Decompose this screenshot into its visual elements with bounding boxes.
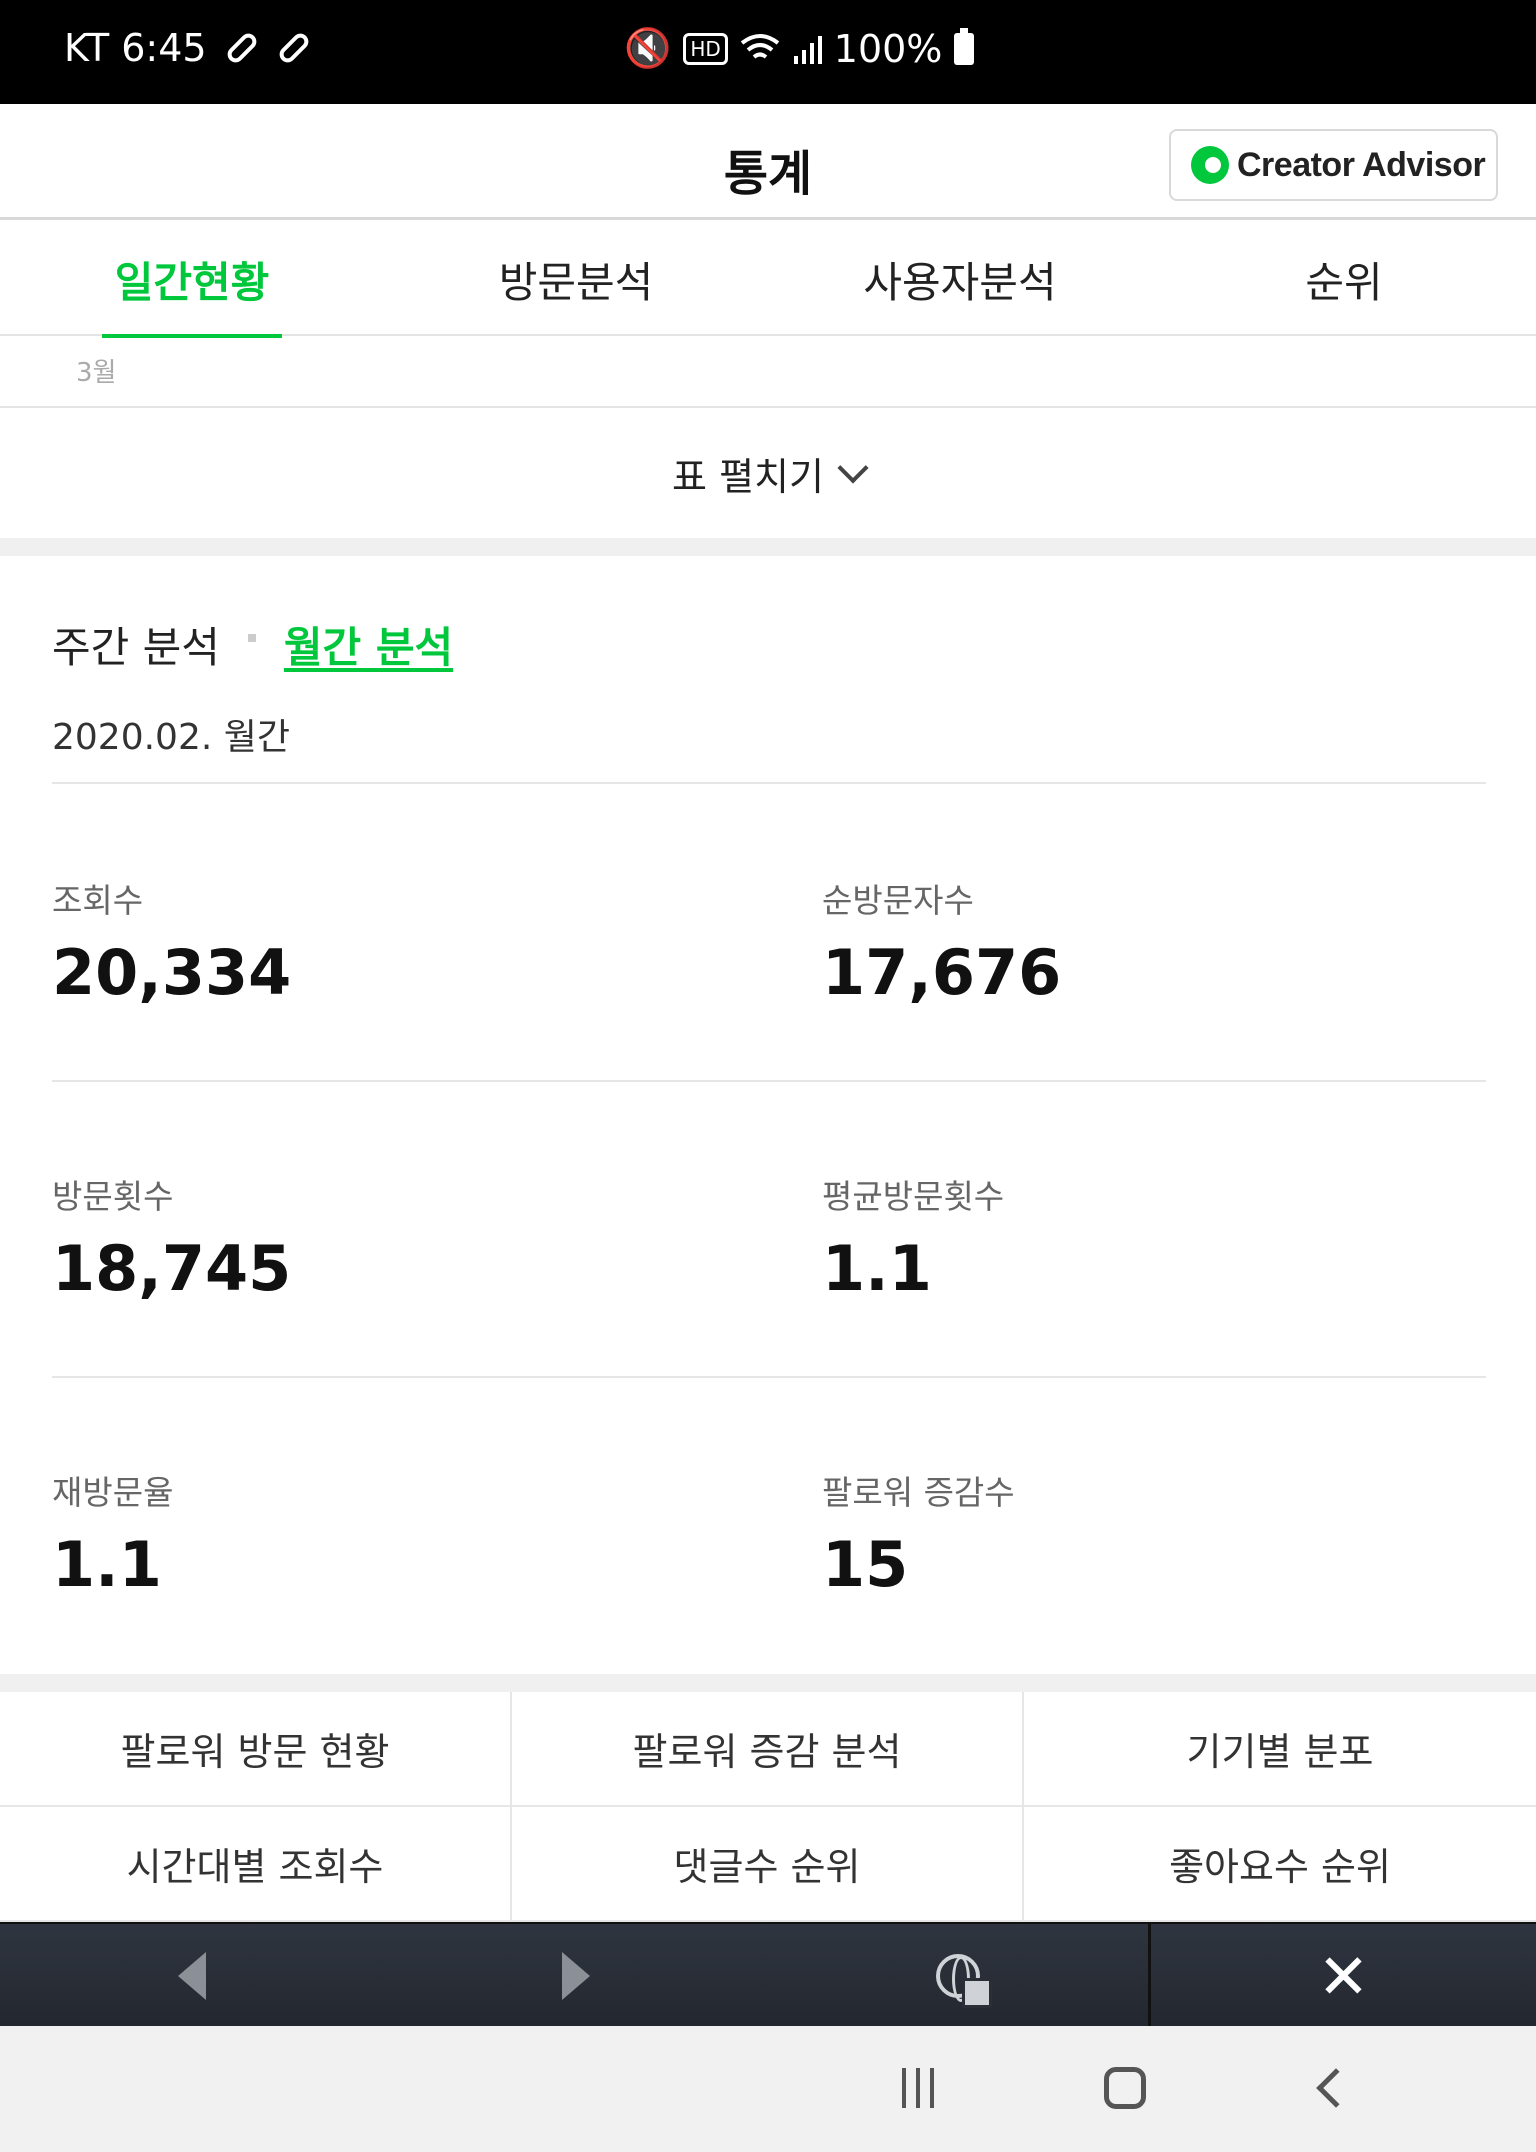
signal-icon [793,35,822,64]
stat-label: 순방문자수 [822,881,974,920]
stat-label: 평균방문횟수 [822,1177,1005,1216]
close-icon: ✕ [1317,1939,1370,2013]
expand-table-label: 표 펼치기 [672,454,824,499]
divider [52,782,1486,784]
menu-comment-ranking[interactable]: 댓글수 순위 [512,1807,1024,1922]
creator-advisor-label: Creator Advisor [1237,145,1486,184]
stat-follower-change: 팔로워 증감수 15 [822,1466,1015,1601]
back-arrow-icon [178,1952,206,2000]
stat-views: 조회수 20,334 [52,874,291,1009]
tab-ranking[interactable]: 순위 [1152,222,1536,336]
browser-back-button[interactable] [0,1924,384,2028]
hd-icon: HD [683,32,728,65]
divider [52,1376,1486,1378]
menu-device-distribution[interactable]: 기기별 분포 [1024,1692,1536,1807]
menu-like-ranking[interactable]: 좋아요수 순위 [1024,1807,1536,1922]
app-header: 통계 Creator Advisor [0,104,1536,220]
stat-label: 팔로워 증감수 [822,1473,1015,1512]
stat-label: 방문횟수 [52,1177,174,1216]
stat-avg-visits: 평균방문횟수 1.1 [822,1170,1004,1305]
expand-table-button[interactable]: 표 펼치기 [0,410,1536,536]
browser-forward-button[interactable] [384,1924,768,2028]
tab-user-analysis[interactable]: 사용자분석 [768,222,1152,336]
status-left: KT 6:45 [64,26,312,70]
divider [52,1080,1486,1082]
creator-advisor-button[interactable]: Creator Advisor [1169,129,1498,201]
stats-menu-grid: 팔로워 방문 현황 팔로워 증감 분석 기기별 분포 시간대별 조회수 댓글수 … [0,1692,1536,1922]
menu-hourly-views[interactable]: 시간대별 조회수 [0,1807,512,1922]
tab-visit-analysis[interactable]: 방문분석 [384,222,768,336]
pill-icon [275,30,312,66]
creator-advisor-logo-icon [1191,146,1229,184]
analysis-section: 주간 분석 월간 분석 2020.02. 월간 조회수 20,334 순방문자수… [0,556,1536,1674]
forward-arrow-icon [562,1952,590,2000]
month-label: 3월 [76,358,117,388]
stat-value: 20,334 [52,936,292,1009]
browser-shortcut-button[interactable] [768,1924,1148,2028]
stats-tabs: 일간현황 방문분석 사용자분석 순위 [0,222,1536,338]
section-divider [0,538,1536,556]
tab-daily[interactable]: 일간현황 [0,222,384,338]
stat-value: 1.1 [822,1232,932,1305]
stat-visit-count: 방문횟수 18,745 [52,1170,291,1305]
stat-unique-visitors: 순방문자수 17,676 [822,874,1061,1009]
stat-revisit-rate: 재방문율 1.1 [52,1466,173,1601]
weekly-analysis-link[interactable]: 주간 분석 [52,614,220,675]
system-nav-bar [0,2026,1536,2152]
chevron-down-icon [837,452,869,484]
monthly-analysis-link[interactable]: 월간 분석 [284,614,453,675]
stat-value: 1.1 [52,1528,162,1601]
period-date: 2020.02. 월간 [52,717,290,758]
home-icon[interactable] [1104,2067,1146,2109]
stat-label: 재방문율 [52,1473,174,1512]
browser-close-button[interactable]: ✕ [1151,1924,1536,2028]
stat-value: 18,745 [52,1232,292,1305]
period-toggle: 주간 분석 월간 분석 [52,614,453,675]
carrier-time: KT 6:45 [64,26,207,70]
section-divider [0,1674,1536,1692]
separator-dot [247,633,256,642]
menu-follower-visits[interactable]: 팔로워 방문 현황 [0,1692,512,1807]
battery-percent: 100% [833,26,943,71]
stat-label: 조회수 [52,881,144,920]
stat-value: 15 [822,1528,909,1601]
recent-apps-icon[interactable] [902,2068,934,2108]
wifi-icon [740,33,780,59]
mute-vibrate-icon: 🔇 [624,26,672,70]
stat-value: 17,676 [822,936,1062,1009]
status-indicators: 🔇 HD 100% [624,26,975,71]
status-bar: KT 6:45 🔇 HD 100% [0,0,1536,104]
back-icon[interactable] [1316,2068,1356,2108]
menu-follower-change-analysis[interactable]: 팔로워 증감 분석 [512,1692,1024,1807]
battery-icon [954,27,975,65]
table-month-row: 3월 [0,338,1536,408]
globe-shortcut-icon [936,1954,992,2008]
pill-icon [223,30,260,66]
browser-toolbar: ✕ [0,1922,1536,2028]
